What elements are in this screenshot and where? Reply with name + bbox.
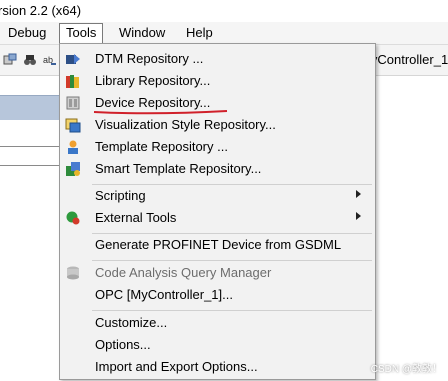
menu-item-label: Template Repository ... [95,139,228,154]
submenu-arrow-icon [356,212,361,220]
menu-item-customize[interactable]: Customize... [60,312,375,334]
device-repository-icon [66,96,80,110]
menu-item-label: OPC [MyController_1]... [95,287,233,302]
left-panel-divider [0,165,60,166]
menu-item-label: Import and Export Options... [95,359,258,374]
menu-item-smart-template-repository[interactable]: Smart Template Repository... [60,158,375,180]
menu-item-label: Customize... [95,315,168,330]
watermark: CSDN @敦敦！ [370,364,442,375]
template-repository-icon [68,140,78,154]
menu-item-options[interactable]: Options... [60,334,375,356]
external-tools-icon [66,211,80,225]
menu-item-code-analysis-query-manager: Code Analysis Query Manager [60,262,375,284]
library-repository-icon [66,75,79,88]
menu-separator [92,310,372,311]
menu-item-external-tools[interactable]: External Tools [60,207,375,229]
menu-item-opc[interactable]: OPC [MyController_1]... [60,284,375,306]
code-analysis-icon [67,266,79,280]
menu-item-generate-profinet-device[interactable]: Generate PROFINET Device from GSDML [60,234,375,256]
menu-item-scripting[interactable]: Scripting [60,185,375,207]
menu-item-label: DTM Repository ... [95,51,204,66]
tool-icon[interactable] [3,53,17,67]
menu-item-label: External Tools [95,210,177,225]
menu-item-label: Library Repository... [95,73,211,88]
menu-help[interactable]: Help [180,24,219,42]
left-panel-header [0,95,60,120]
binoculars-icon[interactable] [23,53,37,67]
menu-debug[interactable]: Debug [2,24,52,42]
window-title: rsion 2.2 (x64) [0,3,82,18]
menu-item-label: Code Analysis Query Manager [95,265,272,280]
replace-icon[interactable]: ab [43,53,57,67]
title-bar: rsion 2.2 (x64) [0,0,448,22]
menu-item-label: Smart Template Repository... [95,161,262,176]
smart-template-icon [66,162,80,176]
menu-item-label: Device Repository... [95,95,211,110]
tools-menu-dropdown: DTM Repository ... Library Repository...… [59,43,376,380]
red-underline-annotation [93,110,228,115]
menu-item-dtm-repository[interactable]: DTM Repository ... [60,48,375,70]
menu-item-template-repository[interactable]: Template Repository ... [60,136,375,158]
menu-tools[interactable]: Tools [59,23,104,44]
visualization-style-icon [65,118,81,133]
dtm-repository-icon [66,54,80,64]
menu-item-label: Visualization Style Repository... [95,117,276,132]
menu-window[interactable]: Window [113,24,171,42]
menu-item-label: Scripting [95,188,146,203]
left-panel-divider [0,146,60,147]
menu-bar: Debug Tools Window Help [0,22,448,45]
submenu-arrow-icon [356,190,361,198]
menu-item-label: Options... [95,337,151,352]
menu-item-label: Generate PROFINET Device from GSDML [95,237,342,252]
menu-item-visualization-style-repository[interactable]: Visualization Style Repository... [60,114,375,136]
active-controller-text: lyController_1 [368,52,448,67]
menu-separator [92,260,372,261]
menu-item-library-repository[interactable]: Library Repository... [60,70,375,92]
menu-item-import-export-options[interactable]: Import and Export Options... [60,356,375,378]
